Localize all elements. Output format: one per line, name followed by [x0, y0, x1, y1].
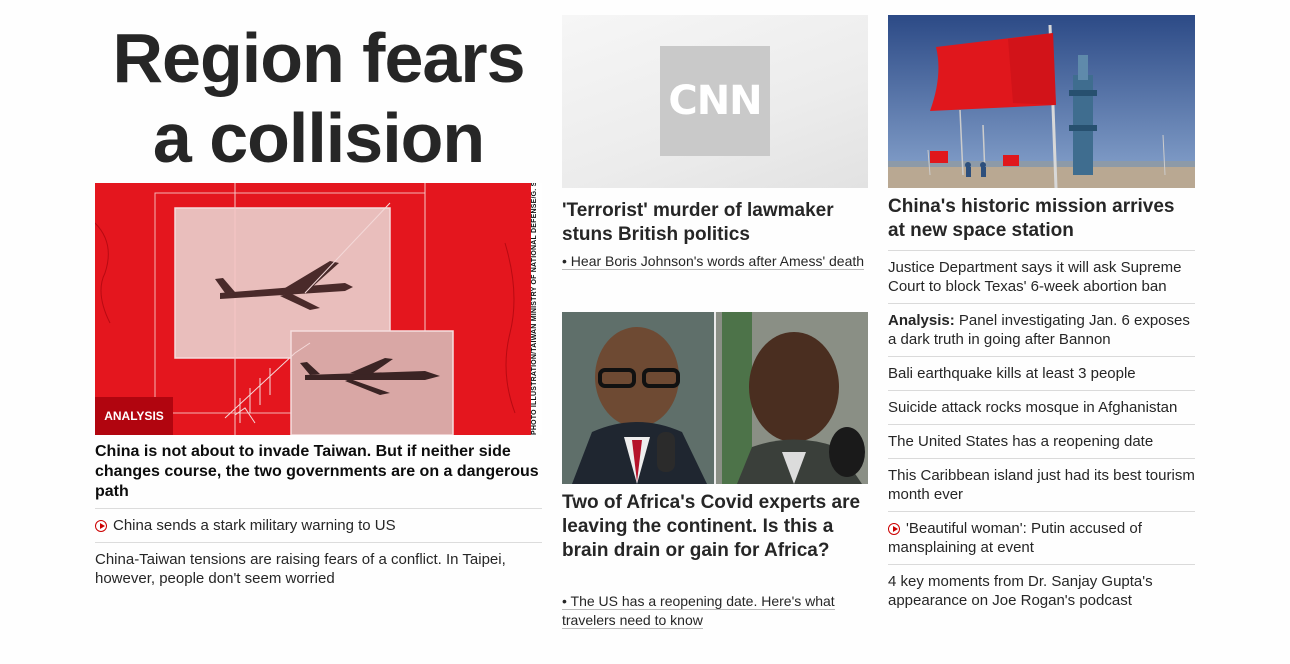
divider: [95, 542, 542, 543]
related-video-label: China sends a stark military warning to …: [113, 517, 396, 534]
lead-story-title[interactable]: China's historic mission arrives at new …: [888, 195, 1195, 243]
featured-column: Region fears a collision PHOTO ILLUSTRAT…: [95, 0, 542, 587]
hero-story-title[interactable]: China is not about to invade Taiwan. But…: [95, 442, 542, 502]
divider: [888, 356, 1195, 357]
story2-related-link[interactable]: • The US has a reopening date. Here's wh…: [562, 592, 868, 630]
divider: [888, 564, 1195, 565]
headline-item[interactable]: Analysis: Panel investigating Jan. 6 exp…: [888, 311, 1195, 349]
related-text-link[interactable]: China-Taiwan tensions are raising fears …: [95, 550, 542, 588]
headline-text: 'Beautiful woman': Putin accused of mans…: [888, 520, 1142, 556]
story2-image[interactable]: [562, 312, 868, 484]
headline-text: Bali earthquake kills at least 3 people: [888, 365, 1136, 382]
section-headline[interactable]: Region fears a collision: [95, 18, 542, 178]
divider: [95, 508, 542, 509]
play-icon: [95, 520, 107, 532]
headline-item[interactable]: Suicide attack rocks mosque in Afghanist…: [888, 398, 1195, 417]
headline-item[interactable]: Bali earthquake kills at least 3 people: [888, 364, 1195, 383]
story2-related-label: • The US has a reopening date. Here's wh…: [562, 593, 835, 629]
play-icon: [888, 523, 900, 535]
story1-related-label: • Hear Boris Johnson's words after Amess…: [562, 253, 865, 270]
headline-item[interactable]: 4 key moments from Dr. Sanjay Gupta's ap…: [888, 572, 1195, 610]
space-mission-image[interactable]: [888, 15, 1195, 188]
divider: [888, 250, 1195, 251]
divider: [888, 511, 1195, 512]
headline-line-1[interactable]: Region fears: [95, 18, 542, 98]
analysis-badge: ANALYSIS: [95, 397, 173, 435]
divider: [888, 390, 1195, 391]
headline-line-2[interactable]: a collision: [95, 98, 542, 178]
headline-prefix: Analysis:: [888, 312, 955, 329]
headline-item[interactable]: The United States has a reopening date: [888, 432, 1195, 451]
cnn-logo-icon: CNN: [660, 46, 770, 156]
story2-title[interactable]: Two of Africa's Covid experts are leavin…: [562, 491, 868, 563]
space-photo: [888, 15, 1195, 188]
story1-image[interactable]: CNN: [562, 15, 868, 188]
photo-credit: PHOTO ILLUSTRATION/TAIWAN MINISTRY OF NA…: [531, 183, 542, 435]
headline-text: Justice Department says it will ask Supr…: [888, 259, 1182, 295]
story1-title[interactable]: 'Terrorist' murder of lawmaker stuns Bri…: [562, 199, 868, 247]
related-video-link[interactable]: China sends a stark military warning to …: [95, 516, 542, 535]
headline-text: The United States has a reopening date: [888, 433, 1154, 450]
headline-text: This Caribbean island just had its best …: [888, 467, 1195, 503]
headline-item-video[interactable]: 'Beautiful woman': Putin accused of mans…: [888, 519, 1195, 557]
divider: [888, 303, 1195, 304]
headline-text: 4 key moments from Dr. Sanjay Gupta's ap…: [888, 573, 1153, 609]
divider: [888, 458, 1195, 459]
story2-photo: [562, 312, 868, 484]
headline-text: Suicide attack rocks mosque in Afghanist…: [888, 399, 1178, 416]
headline-item[interactable]: Justice Department says it will ask Supr…: [888, 258, 1195, 296]
headline-item[interactable]: This Caribbean island just had its best …: [888, 466, 1195, 504]
story1-related-link[interactable]: • Hear Boris Johnson's words after Amess…: [562, 252, 868, 271]
divider: [888, 424, 1195, 425]
hero-image[interactable]: PHOTO ILLUSTRATION/TAIWAN MINISTRY OF NA…: [95, 183, 542, 435]
